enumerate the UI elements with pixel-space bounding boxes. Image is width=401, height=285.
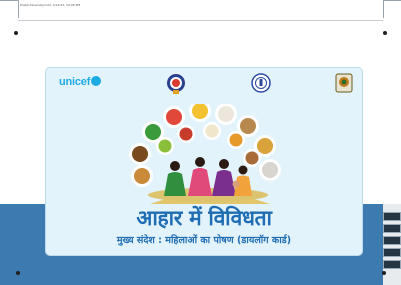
trim-line [18, 20, 383, 21]
file-label: Poster-Diversity.indd, 3/12/23, 10:06 PM [20, 3, 81, 7]
unicef-logo: unicef [59, 76, 102, 88]
department-logo-icon [335, 73, 353, 93]
registration-mark-left [14, 31, 18, 35]
government-seal-icon [251, 73, 271, 93]
state-emblem-icon [167, 74, 185, 94]
unicef-logo-text: unicef [59, 76, 91, 88]
unicef-globe-icon [91, 76, 102, 86]
women-group [164, 157, 252, 196]
diverse-diet-illustration [129, 104, 281, 204]
card-subtitle: मुख्य संदेश : महिलाओं का पोषण (डायलॉग का… [116, 235, 292, 246]
registration-mark-bottom-left [16, 271, 20, 275]
card-title: आहार में विविधता [136, 206, 272, 230]
registration-mark-bottom-right [382, 271, 386, 275]
dialogue-card: unicef आहार में विविधता मुख्य संदेश: मह… [45, 67, 363, 256]
registration-mark-right [383, 31, 387, 35]
